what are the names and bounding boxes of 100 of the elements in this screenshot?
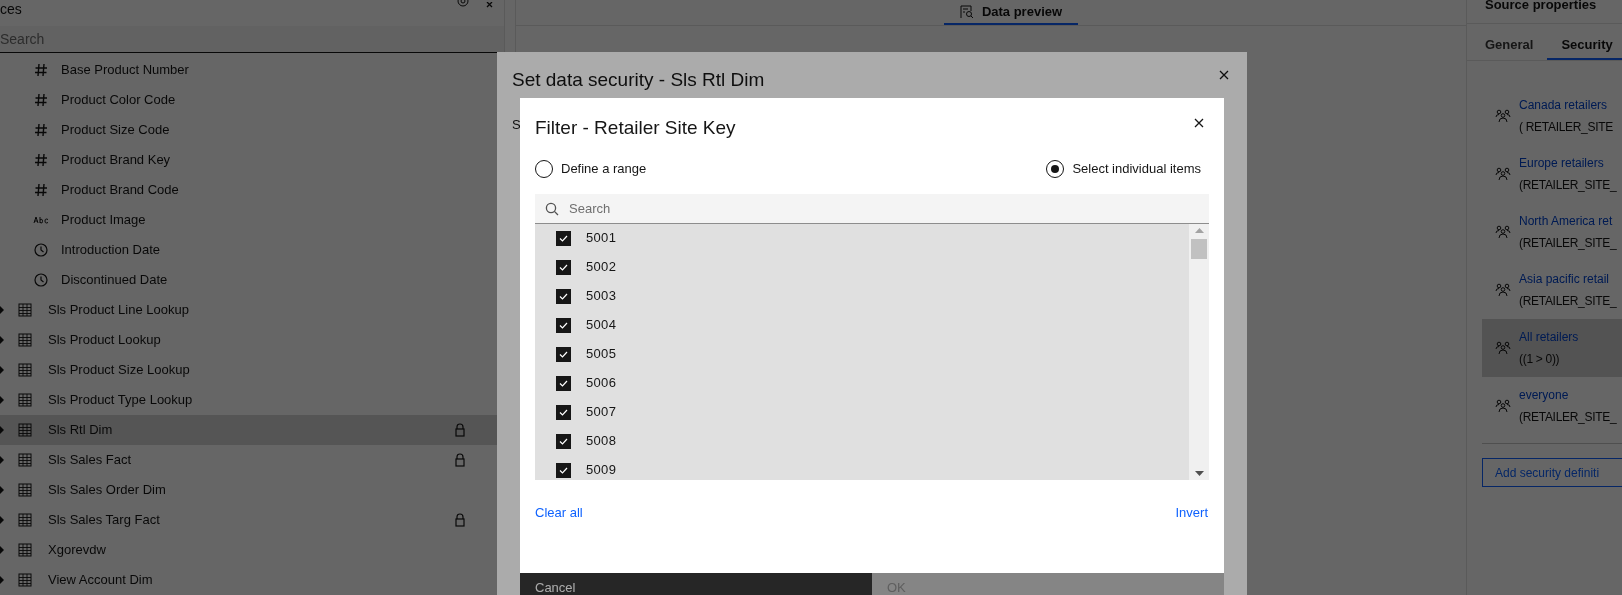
definition-name: Europe retailers (1519, 156, 1605, 170)
table-label: Sls Sales Fact (48, 451, 133, 470)
checkbox[interactable] (556, 433, 571, 449)
expand-caret-icon[interactable] (0, 426, 5, 434)
search-icon (545, 201, 559, 216)
table-icon (18, 393, 32, 407)
scroll-up-arrow-icon[interactable] (1194, 227, 1204, 233)
column-label[interactable]: Discontinued Date (61, 270, 168, 290)
expand-caret-icon[interactable] (0, 366, 5, 374)
dialog-title: Set data security - Sls Rtl Dim (512, 68, 765, 92)
item-label: 5001 (586, 229, 617, 248)
checkmark-icon (559, 234, 568, 242)
definition-expression: ( RETAILER_SITE (1519, 120, 1613, 134)
checkbox[interactable] (556, 462, 571, 478)
definition-expression: (RETAILER_SITE_ (1519, 410, 1617, 424)
column-label[interactable]: Product Brand Key (61, 150, 171, 170)
table-label: Sls Product Type Lookup (48, 391, 194, 410)
section-label: S (511, 115, 522, 134)
hash-icon (34, 63, 48, 77)
table-label: Sls Rtl Dim (48, 421, 114, 440)
user-group-icon (1495, 341, 1511, 355)
table-icon (18, 333, 32, 347)
definition-expression: (RETAILER_SITE_ (1519, 236, 1617, 250)
table-icon (18, 573, 32, 587)
table-icon (18, 363, 32, 377)
checkmark-icon (559, 408, 568, 416)
search-field[interactable]: Search (535, 193, 1209, 224)
tab[interactable]: Data preview (943, 0, 1079, 25)
definition-expression: ((1 > 0)) (1519, 352, 1561, 366)
clock-icon (34, 273, 48, 287)
table-label: Sls Product Size Lookup (48, 361, 191, 380)
definition-name: everyone (1519, 388, 1570, 402)
expand-caret-icon[interactable] (0, 546, 5, 554)
close-icon[interactable] (1219, 70, 1229, 80)
dialog-button[interactable]: Cancel (520, 573, 872, 595)
checkmark-icon (559, 292, 568, 300)
item-label: 5004 (586, 316, 617, 335)
column-label[interactable]: Product Brand Code (61, 180, 179, 200)
user-group-icon (1495, 399, 1511, 413)
checkmark-icon (559, 350, 568, 358)
definition-expression: (RETAILER_SITE_ (1519, 178, 1617, 192)
hash-icon (34, 183, 48, 197)
checkmark-icon (559, 466, 568, 474)
text-link[interactable]: Clear all (535, 502, 583, 522)
settings-icon[interactable] (456, 0, 470, 10)
column-label[interactable]: Introduction Date (61, 240, 160, 260)
item-label: 5009 (586, 461, 617, 480)
table-label: View Account Dim (48, 571, 154, 590)
checkbox[interactable] (556, 346, 571, 362)
security-definition[interactable]: All retailers ((1 > 0)) (1482, 319, 1622, 377)
table-label: Sls Product Line Lookup (48, 301, 190, 320)
panel-title: Source properties (1485, 0, 1598, 10)
definition-name: North America ret (1519, 214, 1614, 228)
column-label[interactable]: Base Product Number (61, 60, 189, 80)
table-icon (18, 423, 32, 437)
checkbox[interactable] (556, 317, 571, 333)
item-label: 5006 (586, 374, 617, 393)
scroll-down-arrow-icon[interactable] (1194, 470, 1204, 476)
table-label: Xgorevdw (48, 541, 107, 560)
checkbox[interactable] (556, 259, 571, 275)
scrollbar-thumb[interactable] (1191, 238, 1207, 259)
text-type-icon (33, 216, 49, 224)
definition-name: Canada retailers (1519, 98, 1609, 112)
checkmark-icon (559, 321, 568, 329)
column-label[interactable]: Product Color Code (61, 90, 176, 110)
checkbox[interactable] (556, 404, 571, 420)
expand-caret-icon[interactable] (0, 396, 5, 404)
hash-icon (34, 123, 48, 137)
checkbox[interactable] (556, 288, 571, 304)
panel-title: ces (0, 1, 22, 17)
expand-caret-icon[interactable] (0, 336, 5, 344)
user-group-icon (1495, 225, 1511, 239)
checkmark-icon (559, 437, 568, 445)
item-label: 5003 (586, 287, 617, 306)
tab[interactable]: General (1485, 24, 1548, 60)
column-label[interactable]: Product Size Code (61, 120, 170, 140)
definition-expression: (RETAILER_SITE_ (1519, 294, 1617, 308)
radio-label: Define a range (561, 159, 647, 178)
add-definition-button[interactable]: Add security definiti (1482, 458, 1622, 487)
tab[interactable]: Security (1547, 24, 1622, 60)
clock-icon (34, 243, 48, 257)
table-icon (18, 513, 32, 527)
hash-icon (34, 93, 48, 107)
definition-name: All retailers (1519, 330, 1579, 344)
user-group-icon (1495, 283, 1511, 297)
close-icon[interactable] (1194, 118, 1204, 128)
column-label[interactable]: Product Image (61, 210, 146, 230)
expand-caret-icon[interactable] (0, 516, 5, 524)
table-icon (18, 453, 32, 467)
expand-caret-icon[interactable] (0, 486, 5, 494)
checkbox[interactable] (556, 375, 571, 391)
text-link[interactable]: Invert (1175, 502, 1208, 522)
expand-caret-icon[interactable] (0, 576, 5, 584)
table-icon (18, 303, 32, 317)
scrollbar[interactable] (1189, 223, 1209, 480)
checkbox[interactable] (556, 230, 571, 246)
radio-label: Select individual items (1072, 159, 1201, 178)
user-group-icon (1495, 109, 1511, 123)
expand-caret-icon[interactable] (0, 456, 5, 464)
expand-caret-icon[interactable] (0, 306, 5, 314)
